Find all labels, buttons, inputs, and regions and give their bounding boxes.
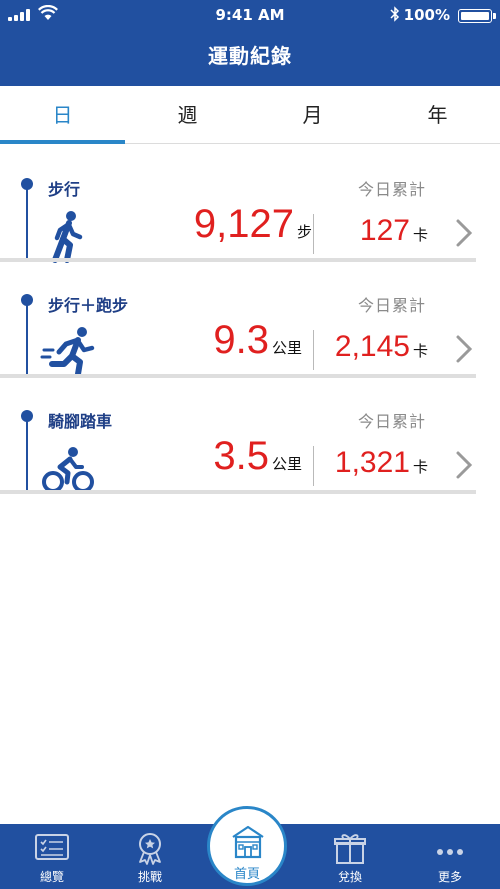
tabbar-challenge[interactable]: 挑戰 <box>110 824 190 889</box>
period-tabs: 日 週 月 年 <box>0 86 500 144</box>
walking-icon <box>52 211 83 263</box>
tabbar-label: 更多 <box>437 870 462 884</box>
status-bar: 9:41 AM 100% <box>0 0 500 30</box>
divider <box>313 214 314 254</box>
chevron-right-icon[interactable] <box>454 450 474 480</box>
distance-value: 3.5 <box>213 434 269 478</box>
card-bottom-bar <box>0 490 476 494</box>
tabbar-redeem[interactable]: 兌換 <box>310 824 390 889</box>
calories-unit: 卡 <box>412 342 428 360</box>
calories-unit: 卡 <box>412 458 428 476</box>
chevron-right-icon[interactable] <box>454 218 474 248</box>
running-icon <box>40 327 95 377</box>
period-label: 今日累計 <box>357 180 426 199</box>
calories-value: 1,321 <box>334 446 410 479</box>
calories-value: 127 <box>359 214 410 247</box>
calories-value: 2,145 <box>334 330 410 363</box>
more-dots-icon <box>437 849 463 855</box>
tabbar-label: 首頁 <box>233 867 260 882</box>
activity-card-walking[interactable]: 步行 今日累計 9,127 步 127 卡 <box>0 166 500 282</box>
tab-year[interactable]: 年 <box>375 86 500 144</box>
period-label: 今日累計 <box>357 412 426 431</box>
home-icon <box>232 825 264 859</box>
activity-card-cycling[interactable]: 騎腳踏車 今日累計 3.5 公里 1,321 卡 <box>0 398 500 514</box>
distance-unit: 公里 <box>271 455 302 473</box>
tab-day[interactable]: 日 <box>0 86 125 144</box>
distance-unit: 公里 <box>271 339 302 357</box>
calories-group: 127 卡 <box>360 214 428 248</box>
activity-title: 騎腳踏車 <box>48 412 113 431</box>
card-bottom-bar <box>0 258 476 262</box>
distance-value-group: 3.5 公里 <box>213 434 302 494</box>
tabbar-overview[interactable]: 總覽 <box>12 824 92 889</box>
timeline-line <box>26 300 28 378</box>
calories-unit: 卡 <box>412 226 428 244</box>
medal-icon <box>139 833 161 865</box>
steps-value: 9,127 <box>193 202 294 246</box>
active-tab-indicator <box>0 140 125 144</box>
divider <box>313 330 314 370</box>
steps-unit: 步 <box>296 223 312 241</box>
tabbar-more[interactable]: 更多 <box>410 824 490 889</box>
distance-value: 9.3 <box>213 318 269 362</box>
bluetooth-icon <box>390 6 400 22</box>
overview-list-icon <box>35 834 69 860</box>
chevron-right-icon[interactable] <box>454 334 474 364</box>
cycling-icon <box>42 447 94 493</box>
steps-value-group: 9,127 步 <box>194 202 312 262</box>
battery-percentage: 100% <box>403 6 450 24</box>
divider <box>313 446 314 486</box>
tabbar-label: 挑戰 <box>137 870 162 884</box>
calories-group: 2,145 卡 <box>335 330 428 364</box>
tabbar-home[interactable]: 首頁 <box>207 806 287 886</box>
activity-title: 步行 <box>48 180 81 199</box>
period-label: 今日累計 <box>357 296 426 315</box>
app-header: 9:41 AM 100% 運動紀錄 <box>0 0 500 86</box>
activity-card-walk-run[interactable]: 步行＋跑步 今日累計 9.3 公里 2,145 卡 <box>0 282 500 398</box>
timeline-line <box>26 416 28 494</box>
timeline-line <box>26 184 28 262</box>
distance-value-group: 9.3 公里 <box>213 318 302 378</box>
battery-icon <box>458 9 496 23</box>
card-bottom-bar <box>0 374 476 378</box>
gift-icon <box>334 834 366 864</box>
tab-week[interactable]: 週 <box>125 86 250 144</box>
tabbar-label: 兌換 <box>337 870 362 884</box>
activity-title: 步行＋跑步 <box>48 296 129 315</box>
calories-group: 1,321 卡 <box>335 446 428 480</box>
tabbar-label: 總覽 <box>39 870 64 884</box>
page-title: 運動紀錄 <box>208 44 292 68</box>
tab-month[interactable]: 月 <box>250 86 375 144</box>
